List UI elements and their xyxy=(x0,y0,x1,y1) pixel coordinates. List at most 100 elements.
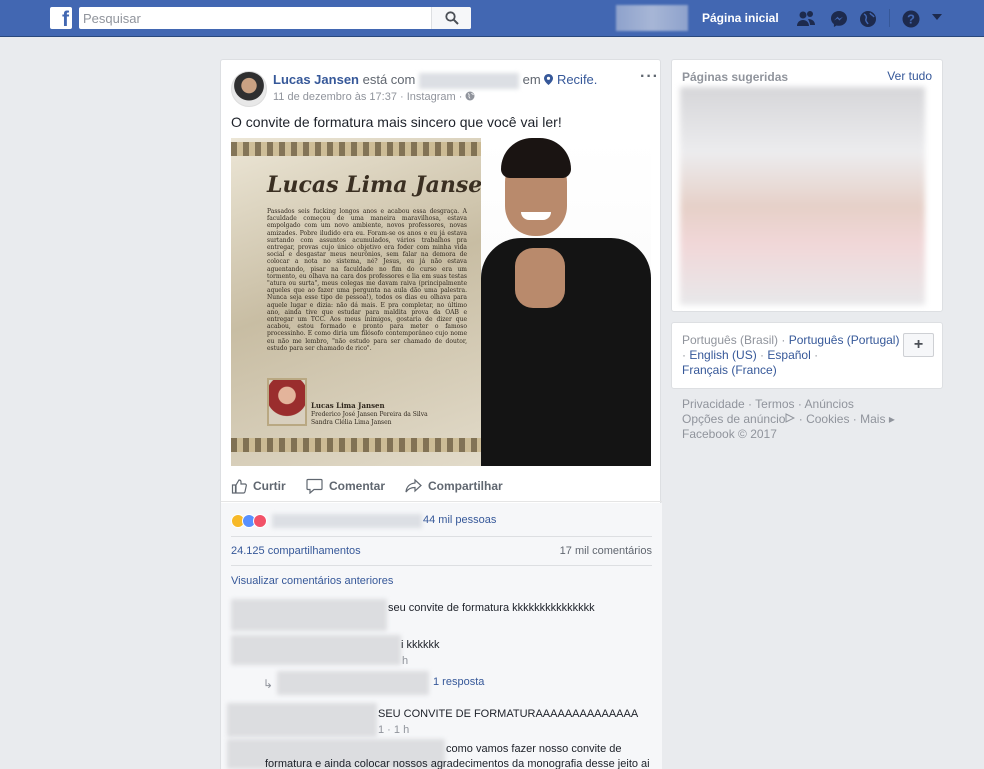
reply-arrow-icon: ↳ xyxy=(263,677,274,691)
invite-border-bottom xyxy=(231,438,511,452)
suggested-pages-title: Páginas sugeridas xyxy=(682,70,789,84)
help-icon[interactable]: ? xyxy=(901,9,921,29)
current-language: Português (Brasil) xyxy=(682,333,779,347)
add-language-button[interactable]: + xyxy=(903,333,934,357)
friends-icon[interactable] xyxy=(796,9,816,29)
post-header: Lucas Jansen está com em Recife. xyxy=(273,72,597,89)
location-pin-icon xyxy=(544,74,554,85)
more-link[interactable]: Mais xyxy=(860,412,885,426)
graduation-invite: Lucas Lima Jansen Passados seis fucking … xyxy=(231,138,511,466)
suggested-pages-box: Páginas sugeridas Ver tudo xyxy=(671,59,943,312)
search-button[interactable] xyxy=(431,7,471,29)
invite-photo xyxy=(267,378,307,426)
language-link[interactable]: Español xyxy=(767,348,810,362)
location-text: Recife. xyxy=(556,72,598,87)
comment-laugh: kkkkkkkkkkkkkkk xyxy=(512,602,595,614)
terms-link[interactable]: Termos xyxy=(755,397,794,411)
comment-body: seu convite de formatura xyxy=(388,602,510,614)
location-link[interactable]: Recife. xyxy=(544,72,597,87)
reactions-summary[interactable] xyxy=(231,513,422,529)
separator: · xyxy=(852,412,857,426)
comment-label: Comentar xyxy=(329,479,386,493)
replies-link[interactable]: 1 resposta xyxy=(433,676,484,688)
separator: · xyxy=(797,397,802,411)
share-icon xyxy=(405,478,422,493)
search-input[interactable] xyxy=(83,9,423,27)
comment-button[interactable]: Comentar xyxy=(306,476,385,496)
portrait-shirt xyxy=(481,238,651,466)
author-name[interactable]: Lucas Jansen xyxy=(273,72,359,87)
top-navigation-bar: f Página inicial ? xyxy=(0,0,984,37)
separator: · xyxy=(814,348,819,362)
comment-time: 1 · 1 h xyxy=(378,724,410,736)
profile-shortcut-redacted[interactable] xyxy=(616,5,688,31)
comment-icon xyxy=(306,478,323,494)
post-meta: 11 de dezembro às 17:37 · Instagram · xyxy=(273,91,475,103)
copyright: Facebook © 2017 xyxy=(682,427,777,441)
svg-text:?: ? xyxy=(907,12,915,27)
portrait-smile xyxy=(521,212,551,220)
more-caret-icon: ▸ xyxy=(888,412,895,426)
like-button[interactable]: Curtir xyxy=(231,476,286,496)
tagged-friend-redacted[interactable] xyxy=(419,72,519,89)
language-link[interactable]: Français (France) xyxy=(682,363,777,377)
search-box xyxy=(79,7,471,29)
comment-text: i kkkkkk xyxy=(401,639,440,651)
ads-link[interactable]: Anúncios xyxy=(805,397,854,411)
view-previous-comments[interactable]: Visualizar comentários anteriores xyxy=(231,575,393,587)
suggested-pages-redacted xyxy=(680,87,925,305)
shares-count[interactable]: 24.125 compartilhamentos xyxy=(231,545,361,557)
comments-count[interactable]: 17 mil comentários xyxy=(560,545,652,557)
meta-dot: · xyxy=(458,91,463,103)
public-globe-icon[interactable] xyxy=(465,91,475,101)
comment-text: seu convite de formatura kkkkkkkkkkkkkkk xyxy=(388,602,595,614)
portrait-hand xyxy=(515,248,565,308)
portrait-photo xyxy=(481,138,651,466)
messenger-icon[interactable] xyxy=(829,9,849,29)
divider xyxy=(231,565,652,566)
invite-sign-name: Lucas Lima Jansen xyxy=(311,401,385,410)
comment-author-redacted xyxy=(231,635,401,665)
invite-body: Passados seis fucking longos anos e acab… xyxy=(267,208,467,352)
separator: · xyxy=(748,397,753,411)
facebook-logo[interactable]: f xyxy=(50,7,72,31)
comment-text-line2: formatura e ainda colocar nossos agradec… xyxy=(265,758,650,769)
comment-time: h xyxy=(402,655,409,667)
privacy-link[interactable]: Privacidade xyxy=(682,397,745,411)
separator: · xyxy=(682,348,686,362)
invite-signature: Lucas Lima Jansen Frederico José Jansen … xyxy=(311,402,428,427)
separator: · xyxy=(760,348,765,362)
divider xyxy=(231,536,652,537)
dropdown-caret-icon[interactable] xyxy=(932,14,942,20)
reply-author-redacted xyxy=(277,671,429,695)
post-date[interactable]: 11 de dezembro às 17:37 xyxy=(273,91,397,103)
see-all-link[interactable]: Ver tudo xyxy=(887,69,932,83)
like-label: Curtir xyxy=(253,479,286,493)
post-options-icon[interactable]: ··· xyxy=(640,68,659,86)
author-avatar[interactable] xyxy=(231,71,267,107)
post-actions: Curtir Comentar Compartilhar xyxy=(221,472,662,502)
search-icon xyxy=(445,11,459,25)
share-button[interactable]: Compartilhar xyxy=(405,476,503,496)
reactions-count[interactable]: 44 mil pessoas xyxy=(423,514,496,526)
globe-icon[interactable] xyxy=(858,9,878,29)
separator: · xyxy=(781,333,786,347)
language-link[interactable]: English (US) xyxy=(689,348,756,362)
cookies-link[interactable]: Cookies xyxy=(806,412,849,426)
topbar-separator xyxy=(889,9,890,27)
language-link[interactable]: Português (Portugal) xyxy=(789,333,900,347)
language-list: Português (Brasil) · Português (Portugal… xyxy=(682,333,902,378)
comment-author-redacted xyxy=(227,703,377,737)
feed-post: Lucas Jansen está com em Recife. 11 de d… xyxy=(220,59,662,769)
language-box: Português (Brasil) · Português (Portugal… xyxy=(671,322,943,389)
post-source[interactable]: Instagram xyxy=(407,91,456,103)
meta-dot: · xyxy=(400,91,404,103)
invite-sign-parent1: Frederico José Jansen Pereira da Silva xyxy=(311,411,428,418)
invite-title: Lucas Lima Jansen xyxy=(267,172,499,198)
home-link[interactable]: Página inicial xyxy=(702,11,779,25)
post-photo[interactable]: Lucas Lima Jansen Passados seis fucking … xyxy=(231,138,651,466)
comment-text-line1: como vamos fazer nosso convite de xyxy=(446,743,622,755)
separator: · xyxy=(798,412,803,426)
comment-author-redacted xyxy=(231,599,387,631)
ad-choices-link[interactable]: Opções de anúncio xyxy=(682,412,785,426)
